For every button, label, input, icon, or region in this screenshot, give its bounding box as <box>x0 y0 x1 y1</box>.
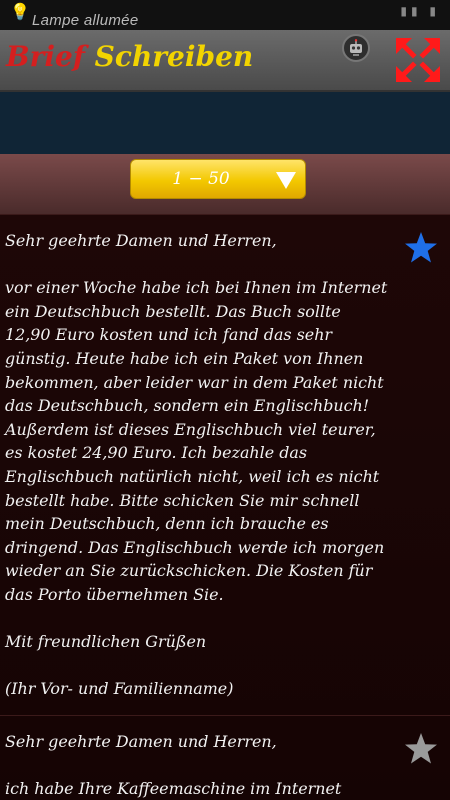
status-notification: Lampe allumée <box>32 12 139 29</box>
bulb-icon: 💡 <box>10 2 30 21</box>
range-label: 1 − 50 <box>172 169 230 189</box>
range-dropdown[interactable]: 1 − 50 <box>130 159 306 199</box>
system-icons: ▮▮ ▮ <box>400 4 440 18</box>
letter-text: Sehr geehrte Damen und Herren, ich habe … <box>5 731 342 799</box>
robot-icon <box>350 39 362 56</box>
letter-list[interactable]: Sehr geehrte Damen und Herren, vor einer… <box>0 214 450 800</box>
status-bar: 💡 Lampe allumée ▮▮ ▮ <box>0 0 450 30</box>
ad-banner <box>0 92 450 154</box>
star-icon[interactable] <box>404 231 438 265</box>
app-title-word-2: Schreiben <box>94 40 254 73</box>
app-title-word-1: Brief <box>6 40 85 73</box>
triangle-down-icon <box>276 172 296 189</box>
robot-button[interactable] <box>342 34 370 62</box>
app-title: Brief Schreiben <box>6 40 253 73</box>
filter-bar: 1 − 50 <box>0 154 450 214</box>
list-item[interactable]: Sehr geehrte Damen und Herren, ich habe … <box>0 714 450 800</box>
app-bar: Brief Schreiben <box>0 30 450 92</box>
letter-text: Sehr geehrte Damen und Herren, vor einer… <box>5 231 388 699</box>
star-icon[interactable] <box>404 732 438 766</box>
list-item[interactable]: Sehr geehrte Damen und Herren, vor einer… <box>0 214 450 715</box>
expand-arrows-icon[interactable] <box>394 36 442 84</box>
